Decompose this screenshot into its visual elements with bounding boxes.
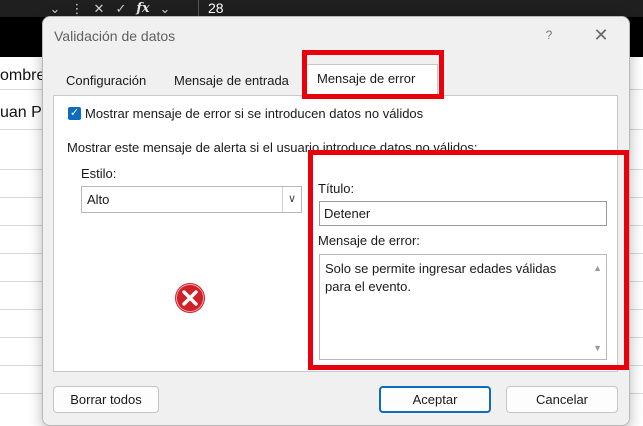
dialog-title: Validación de datos	[54, 28, 176, 44]
clear-all-button[interactable]: Borrar todos	[53, 386, 159, 413]
cancel-button[interactable]: Cancelar	[506, 386, 618, 413]
more-options-icon[interactable]: ⋮	[66, 0, 88, 17]
formula-bar: ⌄ ⋮ ✕ ✓ fx ⌄ 28	[0, 0, 643, 17]
tab-mensaje-entrada[interactable]: Mensaje de entrada	[168, 71, 295, 91]
help-icon[interactable]: ?	[539, 25, 559, 45]
fx-icon[interactable]: fx	[132, 0, 154, 17]
ok-button[interactable]: Aceptar	[379, 386, 491, 413]
chevron-down-icon[interactable]: ⌄	[154, 0, 176, 17]
cell-header-nombre[interactable]: ombre	[0, 67, 45, 85]
chevron-down-icon[interactable]: ∨	[282, 187, 301, 212]
highlight-error-fields	[308, 150, 629, 370]
cancel-x-icon[interactable]: ✕	[88, 0, 110, 17]
style-select-value: Alto	[87, 192, 110, 207]
style-select[interactable]: Alto ∨	[81, 186, 302, 213]
highlight-error-tab	[302, 50, 444, 99]
check-icon[interactable]: ✓	[110, 0, 132, 17]
close-icon[interactable]: ✕	[590, 24, 612, 46]
formula-bar-divider	[198, 0, 199, 17]
formula-bar-icons: ⌄ ⋮ ✕ ✓ fx ⌄	[44, 0, 176, 17]
tab-configuracion[interactable]: Configuración	[60, 71, 152, 91]
show-error-checkbox-label[interactable]: Mostrar mensaje de error si se introduce…	[85, 106, 423, 121]
style-label: Estilo:	[81, 166, 117, 181]
show-error-checkbox[interactable]: ✓	[68, 107, 81, 120]
error-stop-icon	[175, 283, 205, 313]
formula-input[interactable]: 28	[208, 0, 224, 17]
chevron-down-icon[interactable]: ⌄	[44, 0, 66, 17]
